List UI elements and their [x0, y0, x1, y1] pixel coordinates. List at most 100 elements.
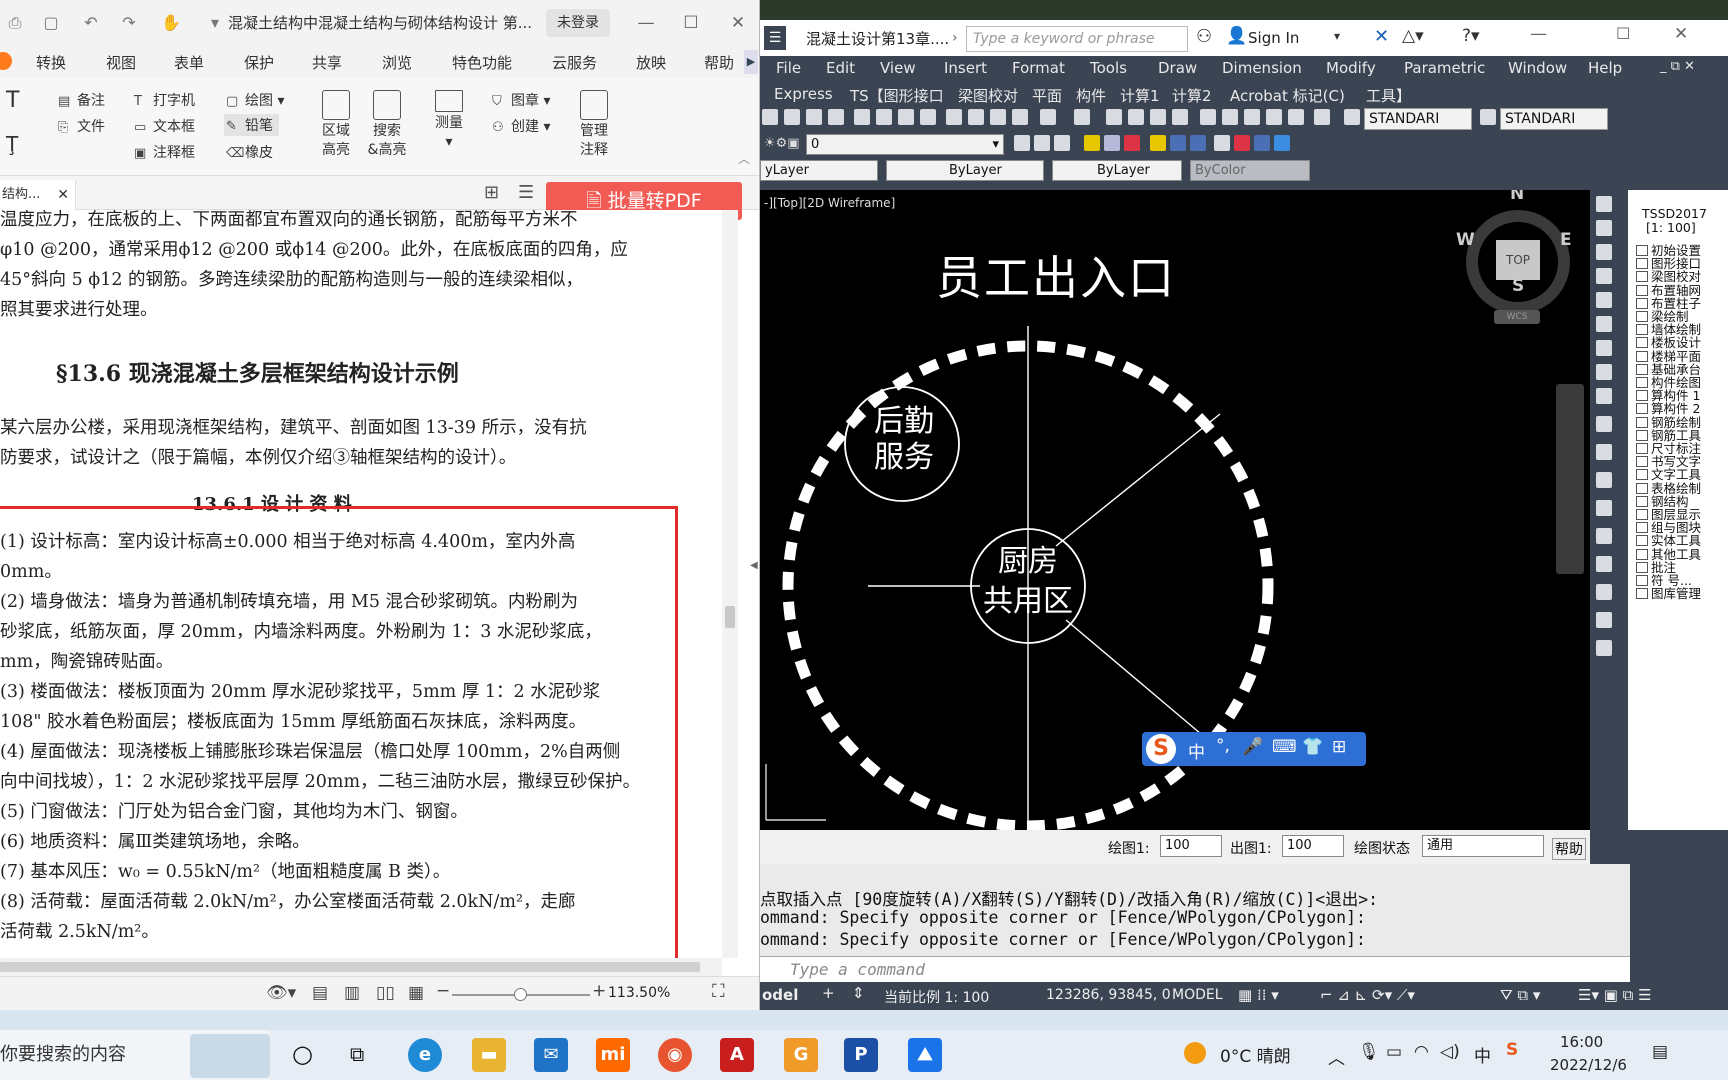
single-page-icon[interactable]: ▤	[312, 983, 328, 1003]
draw-tool-icon[interactable]	[1596, 528, 1612, 544]
doc-tab[interactable]: 结构... ✕	[0, 180, 76, 210]
pan-icon[interactable]	[1106, 109, 1122, 125]
area-highlight-button[interactable]: 区域 高亮	[316, 90, 356, 160]
layer-tool-icon[interactable]	[1214, 135, 1230, 151]
print-icon[interactable]: ⎙	[4, 12, 26, 34]
layer-tool-icon[interactable]	[1234, 135, 1250, 151]
help-search-input[interactable]: Type a keyword or phrase	[966, 26, 1188, 52]
cad-menu-ts-interface[interactable]: TS【图形接口	[850, 85, 944, 106]
viewcube-south[interactable]: S	[1512, 276, 1524, 296]
cad-menu-calc2[interactable]: 计算2	[1172, 85, 1212, 106]
draw-tool-icon[interactable]	[1596, 556, 1612, 572]
redo-icon[interactable]	[1074, 109, 1090, 125]
clock-date[interactable]: 2022/12/6	[1550, 1056, 1627, 1074]
undo-icon[interactable]: ↶	[80, 12, 102, 34]
continuous-page-icon[interactable]: ▥	[344, 983, 360, 1003]
zoom-previous-icon[interactable]	[1172, 109, 1188, 125]
snap-icons[interactable]: ⌐ ⊿ ⊾ ⟳▾ ⟋▾	[1320, 986, 1415, 1004]
two-page-continuous-icon[interactable]: ▦	[408, 983, 424, 1003]
ime-toolbar[interactable]: S 中 °, 🎤 ⌨ 👕 ⊞	[1142, 732, 1366, 766]
cad-menu-member[interactable]: 构件	[1076, 85, 1106, 106]
draw-tool-icon[interactable]	[1596, 584, 1612, 600]
sign-in-link[interactable]: Sign In	[1248, 29, 1299, 47]
note-button[interactable]: ▤ 备注	[58, 90, 105, 110]
toolbox-icon[interactable]: ⊞	[1332, 737, 1346, 757]
microphone-tray-icon[interactable]: 🎙	[1358, 1042, 1380, 1062]
redo-icon[interactable]: ↷	[118, 12, 140, 34]
menu-share[interactable]: 共享	[312, 52, 342, 73]
cad-menu-draw[interactable]: Draw	[1158, 59, 1197, 77]
layer-previous-icon[interactable]	[1034, 135, 1050, 151]
text-style-select[interactable]: STANDARI	[1364, 108, 1472, 130]
app-menu-icon[interactable]: ☰	[764, 26, 786, 50]
a360-icon[interactable]: △▾	[1402, 26, 1424, 46]
model-tab[interactable]: odel	[762, 986, 798, 1004]
model-space-toggle[interactable]: MODEL	[1172, 987, 1223, 1003]
tray-overflow-icon[interactable]: ︿	[1328, 1044, 1345, 1069]
open-file-icon[interactable]	[806, 109, 822, 125]
zoom-out-button[interactable]: −	[436, 981, 450, 1001]
grid-icon[interactable]: ▦ ⁞⁞ ▾	[1238, 986, 1279, 1004]
draw-tool-icon[interactable]	[1596, 416, 1612, 432]
create-button[interactable]: ⚇ 创建 ▾	[492, 116, 550, 136]
autocad-icon[interactable]: A	[720, 1038, 754, 1072]
cad-menu-file[interactable]: File	[776, 59, 801, 77]
draw-tool-icon[interactable]	[1596, 244, 1612, 260]
wifi-icon[interactable]: ◠	[1414, 1042, 1429, 1062]
tool-palettes-icon[interactable]	[1244, 109, 1260, 125]
collapse-ribbon-icon[interactable]: ︿	[738, 150, 750, 167]
list-view-icon[interactable]: ☰	[518, 182, 534, 203]
layer-tool-icon[interactable]	[1190, 135, 1206, 151]
toolbar-icon[interactable]	[762, 109, 778, 125]
new-doc-icon[interactable]: ▢	[40, 12, 62, 34]
two-page-icon[interactable]: ▯▯	[376, 983, 395, 1003]
properties-icon[interactable]	[1200, 109, 1216, 125]
text-tool-icon[interactable]: T	[6, 88, 19, 113]
cad-menu-plan[interactable]: 平面	[1032, 85, 1062, 106]
binoculars-icon[interactable]: ⚇	[1196, 26, 1212, 47]
draw-tool-icon[interactable]	[1596, 640, 1612, 656]
mdi-controls-icon[interactable]: _ ⧉ ✕	[1660, 59, 1695, 74]
customize-toolbar-icon[interactable]: ▾	[204, 12, 226, 34]
edge-icon[interactable]: e	[408, 1038, 442, 1072]
mail-icon[interactable]: ✉	[534, 1038, 568, 1072]
zoom-realtime-icon[interactable]	[1128, 109, 1144, 125]
menu-browse[interactable]: 浏览	[382, 52, 412, 73]
maximize-button[interactable]: ☐	[671, 8, 711, 38]
sogou-tray-icon[interactable]: S	[1506, 1040, 1518, 1060]
print-icon[interactable]	[854, 109, 870, 125]
cad-menu-express[interactable]: Express	[774, 85, 833, 103]
menu-protect[interactable]: 保护	[244, 52, 274, 73]
layer-tool-icon[interactable]	[1084, 135, 1100, 151]
cad-menu-calc1[interactable]: 计算1	[1120, 85, 1160, 106]
help-icon[interactable]: ?▾	[1462, 26, 1480, 46]
photos-icon[interactable]: ⛰	[908, 1038, 942, 1072]
save-file-icon[interactable]	[828, 109, 844, 125]
eraser-button[interactable]: ⌫橡皮	[226, 142, 273, 162]
cad-menu-insert[interactable]: Insert	[944, 59, 987, 77]
firefox-icon[interactable]: ◉	[658, 1038, 692, 1072]
menu-slideshow[interactable]: 放映	[636, 52, 666, 73]
hand-tool-icon[interactable]: ✋	[160, 12, 182, 34]
dim-style-select[interactable]: STANDARI	[1500, 108, 1608, 130]
pencil-button[interactable]: ✎ 铅笔	[224, 114, 279, 136]
plot-preview-icon[interactable]	[876, 109, 892, 125]
cad-menu-tools-ts[interactable]: 工具】	[1366, 85, 1411, 106]
cortana-icon[interactable]: ○	[292, 1040, 313, 1068]
cad-menu-tools[interactable]: Tools	[1090, 59, 1127, 77]
cad-maximize-button[interactable]: ☐	[1616, 24, 1630, 43]
ime-mode-toggle[interactable]: 中	[1188, 738, 1205, 763]
markup-icon[interactable]	[1288, 109, 1304, 125]
search-highlight-button[interactable]: 搜索 &高亮	[364, 90, 410, 160]
clock-time[interactable]: 16:00	[1560, 1033, 1603, 1051]
weather-text[interactable]: 0°C 晴朗	[1220, 1042, 1291, 1067]
vertical-scrollbar[interactable]	[722, 210, 738, 958]
zoom-slider-thumb[interactable]	[514, 988, 527, 1001]
draw-tool-icon[interactable]	[1596, 220, 1612, 236]
layer-properties-icon[interactable]	[1014, 135, 1030, 151]
ime-tray-indicator[interactable]: 中	[1474, 1042, 1491, 1067]
mi-icon[interactable]: mi	[596, 1038, 630, 1072]
navigation-bar[interactable]	[1556, 384, 1584, 574]
draw-tool-icon[interactable]	[1596, 316, 1612, 332]
layer-select[interactable]: 0 ▾	[806, 134, 1004, 155]
